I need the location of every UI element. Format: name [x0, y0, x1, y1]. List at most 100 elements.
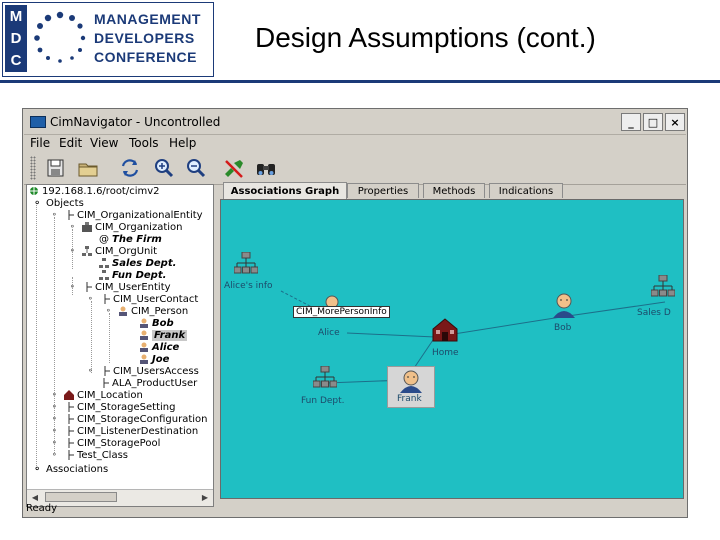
close-button[interactable]: × [665, 113, 685, 131]
logo-letter: M [9, 7, 23, 25]
tree-row-class[interactable]: ⚬ CIM_UserContact [87, 293, 198, 305]
logo-letter: C [10, 52, 22, 70]
person-icon [140, 354, 148, 364]
tree-row-class[interactable]: ⚬ CIM_StorageConfiguration [51, 413, 208, 425]
tree-label: CIM_OrgUnit [95, 245, 158, 257]
tree-row-class[interactable]: ⚬ CIM_Organization [69, 221, 183, 233]
tree-label: Frank [152, 329, 188, 341]
zoom-out-icon[interactable] [184, 157, 208, 179]
tree-row-class[interactable]: ⚬ CIM_StorageSetting [51, 401, 176, 413]
org-unit-node-icon[interactable] [313, 366, 337, 388]
menu-view[interactable]: View [90, 136, 118, 150]
selected-person-node[interactable]: Frank [387, 366, 435, 408]
toolbar [24, 154, 686, 185]
minimize-button[interactable]: _ [621, 113, 641, 131]
organization-icon [82, 222, 92, 232]
tab-properties[interactable]: Properties [347, 183, 419, 198]
zoom-in-icon[interactable] [152, 157, 176, 179]
tree-row-instance[interactable]: Fun Dept. [99, 269, 166, 281]
expand-toggle-icon[interactable]: ⚬ [51, 390, 61, 400]
tab-methods[interactable]: Methods [423, 183, 485, 198]
tree-row-instance[interactable]: @ The Firm [99, 233, 162, 246]
expand-toggle-icon[interactable]: ⚬ [51, 210, 61, 220]
tree-row-class[interactable]: ALA_ProductUser [99, 377, 197, 389]
menu-edit[interactable]: Edit [59, 136, 82, 150]
menu-file[interactable]: File [30, 136, 50, 150]
class-node-icon [104, 294, 110, 304]
menu-tools[interactable]: Tools [129, 136, 159, 150]
tree-label: Sales Dept. [112, 257, 177, 269]
menu-bar: File Edit View Tools Help [24, 135, 686, 153]
org-unit-icon [99, 270, 109, 280]
person-node-icon[interactable] [551, 292, 577, 318]
tree-row-objects[interactable]: ⚬ Objects [33, 197, 84, 210]
tree-row-instance[interactable]: Bob [139, 317, 174, 329]
tree-row-class[interactable]: ⚬ Test_Class [51, 449, 128, 461]
expand-toggle-icon[interactable]: ⚬ [33, 198, 43, 209]
toolbar-grip[interactable] [30, 156, 36, 180]
scroll-left-icon[interactable]: ◀ [29, 492, 41, 503]
node-label-home: Home [432, 348, 459, 358]
refresh-icon[interactable] [118, 157, 142, 179]
home-node-icon[interactable] [431, 318, 459, 342]
class-node-icon [86, 282, 92, 292]
expand-toggle-icon[interactable]: ⚬ [51, 402, 61, 412]
expand-toggle-icon[interactable]: ⚬ [33, 464, 43, 475]
tree-row-class[interactable]: ⚬ CIM_ListenerDestination [51, 425, 198, 437]
org-unit-icon [82, 246, 92, 256]
scroll-thumb[interactable] [45, 492, 117, 502]
tree-row-instance[interactable]: Joe [139, 353, 169, 365]
expand-toggle-icon[interactable]: ⚬ [51, 426, 61, 436]
expand-toggle-icon[interactable]: ⚬ [51, 450, 61, 460]
tree-guide-line [91, 301, 92, 373]
tree-row-class[interactable]: ⚬ CIM_OrganizationalEntity [51, 209, 203, 221]
tree-row-instance[interactable]: Alice [139, 341, 179, 353]
menu-help[interactable]: Help [169, 136, 196, 150]
node-label-alice: Alice [318, 328, 340, 338]
expand-toggle-icon[interactable]: ⚬ [69, 222, 79, 232]
node-label-sales: Sales D [637, 308, 671, 318]
tree-label: CIM_UserContact [113, 293, 199, 305]
expand-toggle-icon[interactable]: ⚬ [87, 366, 97, 376]
associations-graph-canvas[interactable]: Alice's info CIM_MorePersonInfo Alice Ho… [220, 199, 684, 499]
save-icon[interactable] [44, 157, 68, 179]
tree-label: CIM_Location [77, 389, 143, 401]
logo-word: DEVELOPERS [94, 30, 195, 46]
tab-associations-graph[interactable]: Associations Graph [223, 182, 347, 199]
class-node-icon [68, 402, 74, 412]
tree-row-class[interactable]: ⚬ CIM_Person [105, 305, 188, 317]
tree-label: The Firm [112, 233, 162, 245]
tree-row-associations[interactable]: ⚬ Associations [33, 463, 108, 476]
expand-toggle-icon[interactable]: ⚬ [51, 414, 61, 424]
expand-toggle-icon[interactable]: ⚬ [69, 246, 79, 256]
org-unit-node-icon[interactable] [234, 252, 258, 274]
expand-toggle-icon[interactable]: ⚬ [69, 282, 79, 292]
expand-toggle-icon[interactable]: ⚬ [105, 306, 115, 316]
person-icon [140, 330, 148, 340]
tree-row-instance[interactable]: Sales Dept. [99, 257, 176, 269]
tree-row-class[interactable]: ⚬ CIM_OrgUnit [69, 245, 157, 257]
expand-toggle-icon[interactable]: ⚬ [51, 438, 61, 448]
maximize-button[interactable]: □ [643, 113, 663, 131]
tree-row-instance-selected[interactable]: Frank [139, 329, 188, 341]
class-node-icon [103, 378, 109, 388]
scroll-right-icon[interactable]: ▶ [199, 492, 211, 503]
tree-row-server[interactable]: 192.168.1.6/root/cimv2 [29, 185, 160, 197]
open-folder-icon[interactable] [76, 157, 100, 179]
tab-indications[interactable]: Indications [489, 183, 563, 198]
logo-word: CONFERENCE [94, 49, 198, 65]
binoculars-icon[interactable] [254, 157, 278, 179]
tree-row-class[interactable]: ⚬ CIM_Location [51, 389, 143, 401]
window-titlebar[interactable]: CimNavigator - Uncontrolled _ □ × [24, 110, 686, 135]
person-icon [119, 306, 127, 316]
logo-word: MANAGEMENT [94, 11, 201, 27]
logo-letter: D [10, 29, 22, 47]
org-unit-node-icon[interactable] [651, 275, 675, 297]
tree-row-class[interactable]: ⚬ CIM_UserEntity [69, 281, 171, 293]
expand-toggle-icon[interactable]: ⚬ [87, 294, 97, 304]
disconnect-icon[interactable] [222, 157, 246, 179]
object-tree[interactable]: 192.168.1.6/root/cimv2 ⚬ Objects ⚬ CIM_O… [26, 184, 214, 507]
tree-row-class[interactable]: ⚬ CIM_StoragePool [51, 437, 160, 449]
class-node-icon [104, 366, 110, 376]
tree-row-class[interactable]: ⚬ CIM_UsersAccess [87, 365, 199, 377]
